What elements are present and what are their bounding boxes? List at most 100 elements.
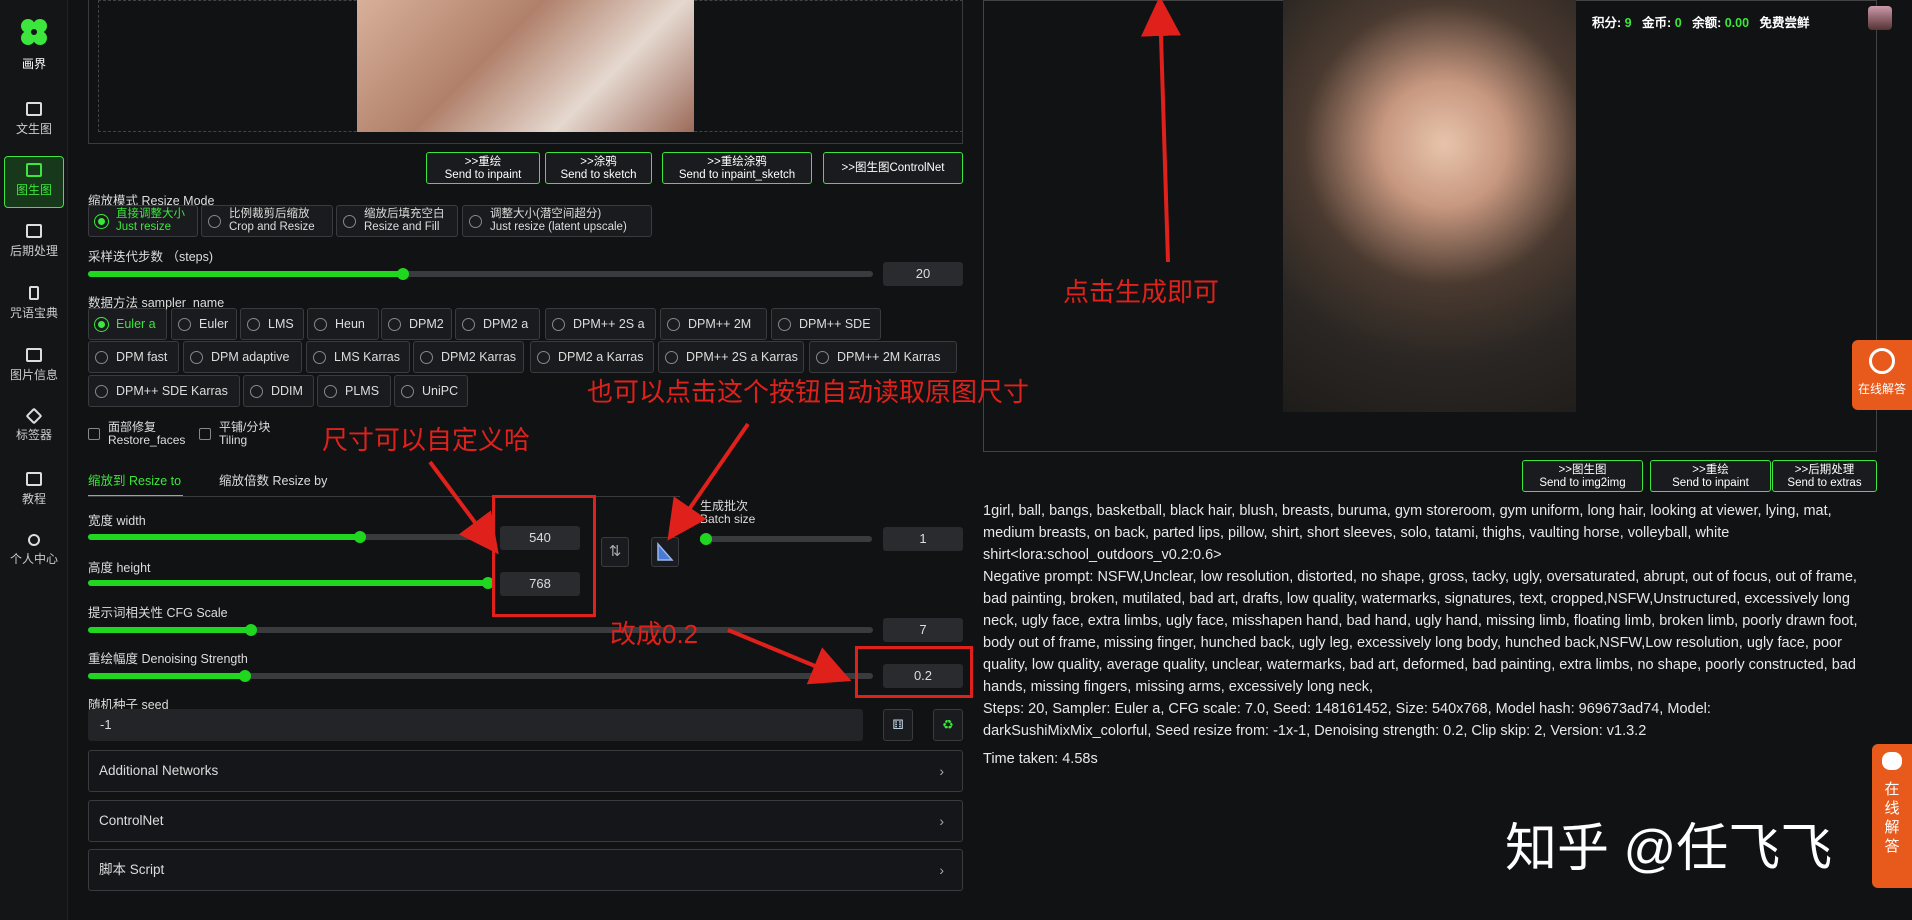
images-icon	[26, 163, 42, 177]
annotation-denoise-box	[855, 646, 973, 698]
sampler-dpmpp-2s-a[interactable]: DPM++ 2S a	[545, 308, 656, 340]
tag-icon	[25, 407, 43, 425]
phone-icon	[29, 286, 39, 300]
sampler-unipc[interactable]: UniPC	[394, 375, 468, 407]
sidebar-item-tutorial[interactable]: 教程	[4, 466, 64, 518]
output-image[interactable]	[1283, 0, 1576, 412]
tab-resize-to[interactable]: 缩放到 Resize to	[88, 470, 183, 497]
arrow-to-denoise	[727, 628, 852, 685]
swap-icon: ⇅	[608, 543, 622, 560]
send-to-extras-button[interactable]: >>后期处理 Send to extras	[1772, 460, 1877, 492]
sampler-lms-karras[interactable]: LMS Karras	[306, 341, 410, 373]
params-text: Steps: 20, Sampler: Euler a, CFG scale: …	[983, 701, 1711, 739]
resize-mode-latent-upscale[interactable]: 调整大小(潜空间超分) Just resize (latent upscale)	[462, 205, 652, 237]
logo[interactable]: 画界	[10, 14, 58, 72]
cfg-slider-knob[interactable]	[245, 624, 257, 636]
send-to-inpaint-sketch-button[interactable]: >>重绘涂鸦 Send to inpaint_sketch	[662, 152, 812, 184]
resize-mode-crop-and-resize[interactable]: 比例裁剪后缩放 Crop and Resize	[201, 205, 333, 237]
recycle-icon: ♻	[942, 717, 954, 732]
online-help-vertical-tab[interactable]: 在线解答	[1872, 744, 1912, 888]
sampler-dpm2[interactable]: DPM2	[381, 308, 452, 340]
sampler-heun[interactable]: Heun	[307, 308, 379, 340]
prompt-text: 1girl, ball, bangs, basketball, black ha…	[983, 503, 1832, 563]
annotation-size-box	[492, 495, 596, 617]
width-slider[interactable]	[88, 531, 488, 543]
watermark: 知乎 @任飞飞	[1505, 820, 1833, 878]
time-taken: Time taken: 4.58s	[983, 751, 1098, 767]
gold-value: 0	[1674, 16, 1682, 30]
tab-resize-by[interactable]: 缩放倍数 Resize by	[219, 470, 327, 489]
reuse-seed-button[interactable]: ♻	[933, 709, 963, 741]
sidebar-item-txt2img[interactable]: 文生图	[4, 96, 64, 148]
additional-networks-accordion[interactable]: Additional Networks ›	[88, 750, 963, 792]
avatar[interactable]	[1868, 6, 1892, 30]
height-slider[interactable]	[88, 577, 494, 589]
clover-logo-icon	[21, 19, 47, 45]
radio-dot	[343, 214, 356, 228]
steps-slider-knob[interactable]	[397, 268, 409, 280]
sampler-dpmpp-2m[interactable]: DPM++ 2M	[660, 308, 767, 340]
generation-info: 1girl, ball, bangs, basketball, black ha…	[983, 500, 1873, 770]
sampler-dpm2-karras[interactable]: DPM2 Karras	[413, 341, 524, 373]
sidebar-item-prompts[interactable]: 咒语宝典	[4, 280, 64, 332]
sampler-dpm-fast[interactable]: DPM fast	[88, 341, 179, 373]
batch-size-input[interactable]: 1	[883, 527, 963, 551]
sidebar-item-extras[interactable]: 后期处理	[4, 218, 64, 270]
seed-input[interactable]: -1	[88, 709, 863, 741]
sampler-ddim[interactable]: DDIM	[243, 375, 314, 407]
sidebar-item-png-info[interactable]: 图片信息	[4, 342, 64, 394]
sampler-dpm2-a[interactable]: DPM2 a	[455, 308, 540, 340]
sampler-euler-a[interactable]: Euler a	[88, 308, 167, 340]
sampler-dpmpp-sde[interactable]: DPM++ SDE	[771, 308, 881, 340]
radio-dot	[208, 214, 221, 228]
restore-faces-checkbox[interactable]: 面部修复 Restore_faces	[88, 421, 185, 447]
sidebar-item-img2img[interactable]: 图生图	[4, 156, 64, 208]
annotation-custom-size: 尺寸可以自定义哈	[322, 425, 531, 455]
steps-label: 采样迭代步数 （steps)	[88, 250, 214, 264]
sampler-dpm2-a-karras[interactable]: DPM2 a Karras	[530, 341, 654, 373]
annotation-change-to: 改成0.2	[610, 619, 699, 649]
dice-icon: ⚅	[892, 717, 904, 732]
sampler-dpmpp-2m-karras[interactable]: DPM++ 2M Karras	[809, 341, 957, 373]
batch-size-slider[interactable]	[700, 533, 872, 545]
sampler-plms[interactable]: PLMS	[317, 375, 391, 407]
negative-prompt-text: Negative prompt: NSFW,Unclear, low resol…	[983, 569, 1858, 695]
sampler-dpmpp-2s-a-karras[interactable]: DPM++ 2S a Karras	[658, 341, 804, 373]
denoising-slider[interactable]	[88, 670, 873, 682]
send-to-controlnet-button[interactable]: >>图生图ControlNet	[823, 152, 963, 184]
batch-size-slider-knob[interactable]	[700, 533, 712, 545]
send-to-sketch-button[interactable]: >>涂鸦 Send to sketch	[545, 152, 652, 184]
send-to-img2img-button[interactable]: >>图生图 Send to img2img	[1522, 460, 1643, 492]
swap-dimensions-button[interactable]: ⇅	[601, 537, 629, 567]
free-trial-link[interactable]: 免费尝鲜	[1759, 16, 1809, 30]
input-image	[357, 0, 694, 132]
online-help-tab[interactable]: 在线解答	[1852, 340, 1912, 410]
auto-read-size-button[interactable]	[651, 537, 679, 567]
cfg-slider[interactable]	[88, 624, 873, 636]
batch-size-label: 生成批次 Batch size	[700, 499, 756, 526]
output-send-to-inpaint-button[interactable]: >>重绘 Send to inpaint	[1650, 460, 1771, 492]
chevron-right-icon: ›	[939, 862, 944, 878]
cfg-label: 提示词相关性 CFG Scale	[88, 606, 228, 620]
chat-bubble-icon	[1882, 752, 1902, 770]
script-accordion[interactable]: 脚本 Script ›	[88, 849, 963, 891]
resize-mode-resize-and-fill[interactable]: 缩放后填充空白 Resize and Fill	[336, 205, 458, 237]
tiling-checkbox[interactable]: 平铺/分块 Tiling	[199, 421, 270, 447]
cfg-input[interactable]: 7	[883, 618, 963, 642]
width-label: 宽度 width	[88, 514, 146, 528]
send-to-inpaint-button[interactable]: >>重绘 Send to inpaint	[426, 152, 540, 184]
sidebar-item-user-center[interactable]: 个人中心	[4, 528, 64, 580]
sampler-euler[interactable]: Euler	[171, 308, 237, 340]
sampler-dpmpp-sde-karras[interactable]: DPM++ SDE Karras	[88, 375, 240, 407]
resize-mode-just-resize[interactable]: 直接调整大小 Just resize	[88, 205, 198, 237]
width-slider-knob[interactable]	[354, 531, 366, 543]
sampler-dpm-adaptive[interactable]: DPM adaptive	[183, 341, 302, 373]
controlnet-accordion[interactable]: ControlNet ›	[88, 800, 963, 842]
sidebar-item-tagger[interactable]: 标签器	[4, 404, 64, 456]
steps-input[interactable]: 20	[883, 262, 963, 286]
sampler-lms[interactable]: LMS	[240, 308, 304, 340]
account-info: 积分: 9 金币: 0 余额: 0.00 免费尝鲜	[1592, 16, 1810, 30]
steps-slider[interactable]	[88, 268, 873, 280]
denoising-slider-knob[interactable]	[239, 670, 251, 682]
random-seed-button[interactable]: ⚅	[883, 709, 913, 741]
